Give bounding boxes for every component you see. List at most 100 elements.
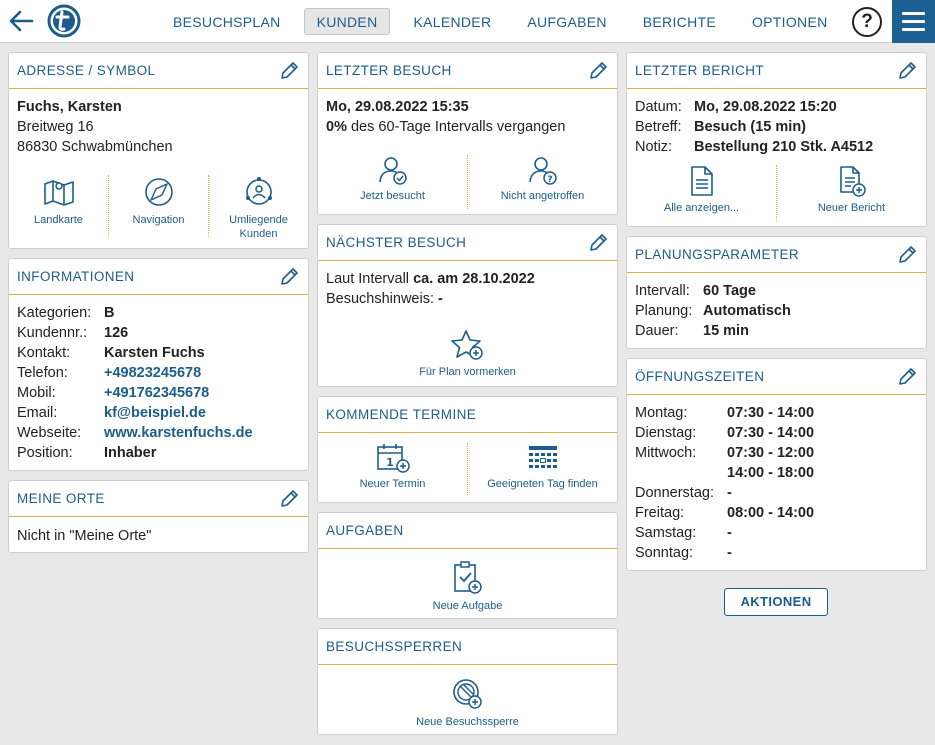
edit-pencil-icon[interactable] — [278, 488, 300, 510]
info-row: Webseite: www.karstenfuchs.de — [17, 423, 253, 443]
info-row: Mobil: +491762345678 — [17, 383, 210, 403]
last-visit-date: Mo, 29.08.2022 15:35 — [326, 99, 469, 115]
new-appointment-button[interactable]: 1 Neuer Termin — [318, 443, 467, 495]
navigation-button[interactable]: Navigation — [108, 175, 208, 237]
info-row: Telefon: +49823245678 — [17, 363, 202, 383]
planning-row: Dauer: 15 min — [635, 323, 749, 339]
edit-pencil-icon[interactable] — [896, 244, 918, 266]
edit-pencil-icon[interactable] — [896, 366, 918, 388]
find-suitable-day-button[interactable]: Geeigneten Tag finden — [467, 443, 617, 495]
last-visit-card: LETZTER BESUCH Mo, 29.08.2022 15:35 0% d… — [317, 52, 618, 215]
card-title: AUFGABEN — [326, 523, 404, 538]
info-row: Kontakt: Karsten Fuchs — [17, 345, 205, 361]
street: Breitweg 16 — [17, 119, 94, 135]
hours-row: Donnerstag: - — [635, 485, 732, 501]
opening-hours-card: ÖFFNUNGSZEITEN Montag: 07:30 - 14:00 Dien… — [626, 358, 927, 571]
new-visit-block-button[interactable]: Neue Besuchssperre — [318, 677, 617, 729]
card-title: PLANUNGSPARAMETER — [635, 247, 800, 262]
my-places-status: Nicht in "Meine Orte" — [17, 528, 152, 544]
compass-icon — [144, 178, 173, 206]
document-plus-icon — [839, 166, 866, 197]
tab-besuchsplan[interactable]: BESUCHSPLAN — [160, 8, 294, 35]
top-bar: BESUCHSPLAN KUNDEN KALENDER AUFGABEN BER… — [0, 0, 935, 43]
back-arrow-icon[interactable] — [6, 6, 36, 36]
card-title: INFORMATIONEN — [17, 269, 135, 284]
document-icon — [690, 166, 713, 196]
card-title: ÖFFNUNGSZEITEN — [635, 369, 765, 384]
card-title: MEINE ORTE — [17, 491, 105, 506]
email-link[interactable]: kf@beispiel.de — [104, 403, 206, 423]
mobile-link[interactable]: +491762345678 — [104, 383, 209, 403]
next-visit-card: NÄCHSTER BESUCH Laut Intervall ca. am 28… — [317, 224, 618, 387]
card-title: ADRESSE / SYMBOL — [17, 63, 156, 78]
edit-pencil-icon[interactable] — [587, 60, 609, 82]
visit-note: Besuchshinweis: - — [326, 291, 443, 307]
map-button[interactable]: Landkarte — [9, 175, 108, 237]
show-all-reports-button[interactable]: Alle anzeigen... — [627, 165, 776, 221]
my-places-card: MEINE ORTE Nicht in "Meine Orte" — [8, 480, 309, 553]
tab-kalender[interactable]: KALENDER — [400, 8, 504, 35]
planning-row: Intervall: 60 Tage — [635, 283, 756, 299]
phone-link[interactable]: +49823245678 — [104, 363, 201, 383]
hamburger-menu-icon[interactable] — [892, 0, 935, 43]
card-title: BESUCHSSPERREN — [326, 639, 463, 654]
edit-pencil-icon[interactable] — [278, 60, 300, 82]
planning-row: Planung: Automatisch — [635, 303, 791, 319]
report-row: Betreff: Besuch (15 min) — [635, 119, 806, 135]
nearby-customers-icon — [245, 177, 272, 205]
upcoming-appointments-card: KOMMENDE TERMINE 1 Neuer Termin Geeignet… — [317, 396, 618, 503]
website-link[interactable]: www.karstenfuchs.de — [104, 423, 253, 443]
edit-pencil-icon[interactable] — [587, 232, 609, 254]
tab-optionen[interactable]: OPTIONEN — [739, 8, 841, 35]
new-task-button[interactable]: Neue Aufgabe — [318, 561, 617, 613]
address-card: ADRESSE / SYMBOL Fuchs, Karsten Breitweg… — [8, 52, 309, 249]
visited-now-button[interactable]: Jetzt besucht — [318, 155, 467, 209]
map-icon — [43, 180, 74, 206]
next-visit-date: Laut Intervall ca. am 28.10.2022 — [326, 271, 535, 287]
card-title: NÄCHSTER BESUCH — [326, 235, 467, 250]
svg-text:?: ? — [547, 175, 552, 185]
hours-row: Samstag: - — [635, 525, 732, 541]
card-title: LETZTER BERICHT — [635, 63, 765, 78]
city: 86830 Schwabmünchen — [17, 139, 173, 155]
app-logo-icon — [47, 4, 81, 38]
new-report-button[interactable]: Neuer Bericht — [776, 165, 926, 221]
edit-pencil-icon[interactable] — [896, 60, 918, 82]
svg-text:1: 1 — [386, 456, 394, 469]
report-row: Datum: Mo, 29.08.2022 15:20 — [635, 99, 837, 115]
hours-row: Montag: 07:30 - 14:00 — [635, 405, 815, 421]
tab-aufgaben[interactable]: AUFGABEN — [514, 8, 619, 35]
info-row: Kundennr.: 126 — [17, 325, 129, 341]
hours-row: 14:00 - 18:00 — [727, 465, 815, 481]
block-plus-icon — [452, 679, 482, 709]
info-row: Position: Inhaber — [17, 445, 157, 461]
info-row: Email: kf@beispiel.de — [17, 403, 206, 423]
star-plus-icon — [450, 330, 483, 360]
not-met-button[interactable]: ? Nicht angetroffen — [467, 155, 617, 209]
clipboard-plus-icon — [453, 561, 482, 594]
planning-parameters-card: PLANUNGSPARAMETER Intervall: 60 Tage Plan… — [626, 236, 927, 349]
person-question-icon: ? — [528, 157, 557, 185]
hours-row: Sonntag: - — [635, 545, 732, 561]
edit-pencil-icon[interactable] — [278, 266, 300, 288]
tab-kunden[interactable]: KUNDEN — [303, 8, 391, 35]
interval-progress: 0% des 60-Tage Intervalls vergangen — [326, 119, 566, 135]
card-title: LETZTER BESUCH — [326, 63, 452, 78]
info-card: INFORMATIONEN Kategorien: B Kundennr.: 126… — [8, 258, 309, 471]
info-row: Kategorien: B — [17, 305, 115, 321]
mark-for-plan-button[interactable]: Für Plan vormerken — [318, 329, 617, 381]
hours-row: Dienstag: 07:30 - 14:00 — [635, 425, 815, 441]
hours-row: Mittwoch: 07:30 - 12:00 — [635, 445, 815, 461]
calendar-plus-icon: 1 — [376, 444, 410, 473]
card-title: KOMMENDE TERMINE — [326, 407, 477, 422]
nearby-customers-button[interactable]: Umliegende Kunden — [208, 175, 308, 240]
last-report-card: LETZTER BERICHT Datum: Mo, 29.08.2022 15:… — [626, 52, 927, 227]
visit-blocks-card: BESUCHSSPERREN Neue Besuchssperre — [317, 628, 618, 735]
actions-button[interactable]: AKTIONEN — [724, 588, 828, 616]
report-row: Notiz: Bestellung 210 Stk. A4512 — [635, 139, 874, 155]
calendar-grid-icon — [528, 446, 557, 468]
tab-berichte[interactable]: BERICHTE — [630, 8, 729, 35]
main-nav: BESUCHSPLAN KUNDEN KALENDER AUFGABEN BER… — [160, 8, 851, 35]
tasks-card: AUFGABEN Neue Aufgabe — [317, 512, 618, 619]
help-icon[interactable]: ? — [852, 7, 882, 37]
